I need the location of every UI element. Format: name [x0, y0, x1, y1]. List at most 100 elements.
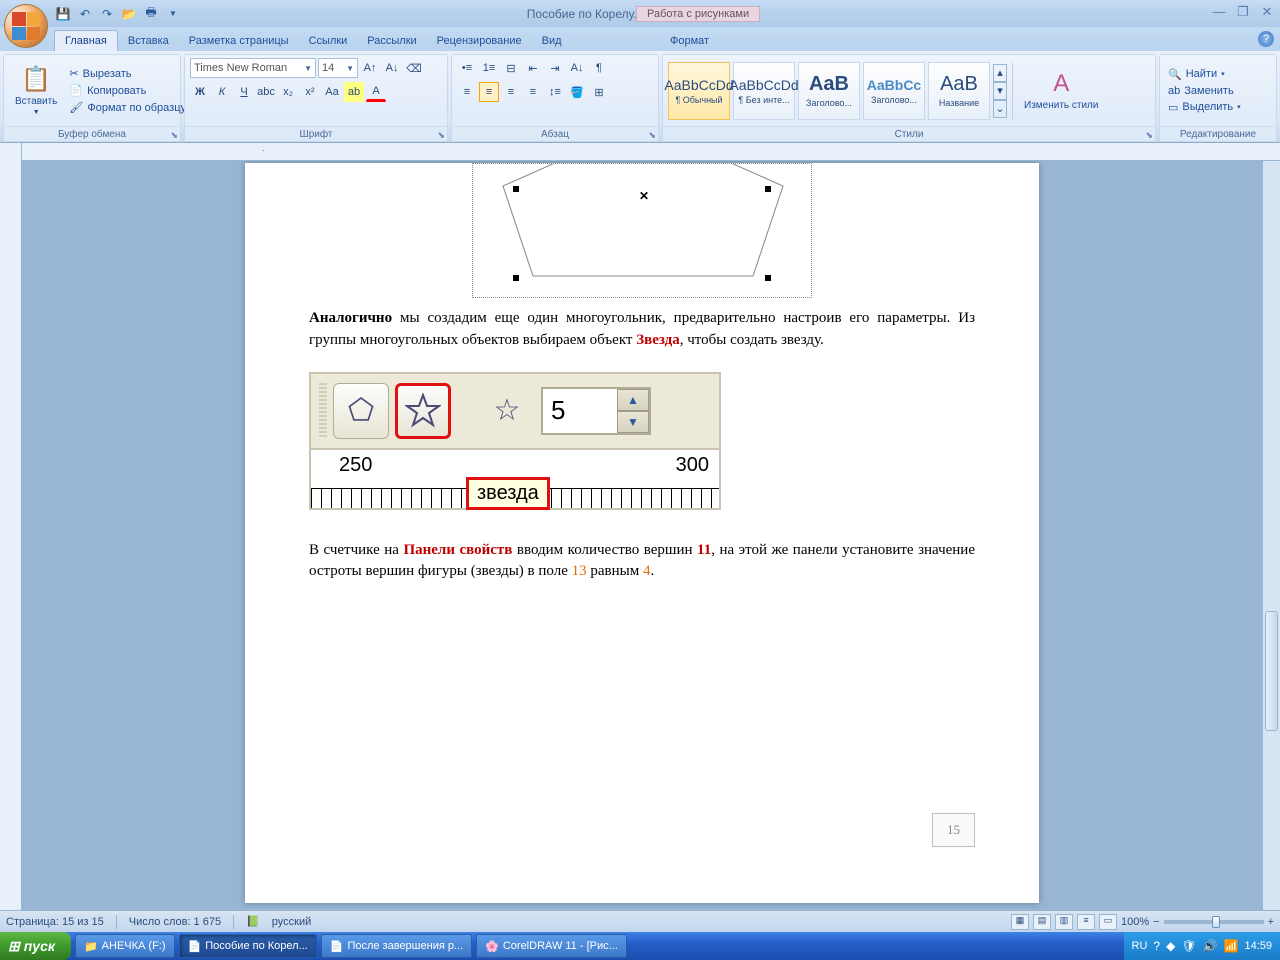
status-page[interactable]: Страница: 15 из 15 [6, 916, 104, 928]
zoom-level[interactable]: 100% [1121, 916, 1149, 928]
font-launcher[interactable]: ⬊ [437, 128, 445, 143]
view-web-button[interactable]: ▥ [1055, 914, 1073, 930]
style-normal[interactable]: AaBbCcDd¶ Обычный [668, 62, 730, 120]
change-styles-button[interactable]: A Изменить стили [1018, 68, 1104, 113]
tab-mailings[interactable]: Рассылки [357, 31, 426, 51]
strike-button[interactable]: abc [256, 82, 276, 102]
view-print-button[interactable]: ▦ [1011, 914, 1029, 930]
align-left-button[interactable]: ≡ [457, 82, 477, 102]
view-draft-button[interactable]: ▭ [1099, 914, 1117, 930]
print-icon[interactable]: 🖶 [142, 5, 160, 23]
resize-handle[interactable] [513, 275, 519, 281]
minimize-button[interactable]: — [1208, 4, 1230, 20]
tray-volume-icon[interactable]: 🔊 [1203, 939, 1218, 953]
tab-layout[interactable]: Разметка страницы [179, 31, 299, 51]
styles-launcher[interactable]: ⬊ [1145, 128, 1153, 143]
resize-handle[interactable] [765, 186, 771, 192]
view-fullread-button[interactable]: ▤ [1033, 914, 1051, 930]
align-right-button[interactable]: ≡ [501, 82, 521, 102]
style-nospacing[interactable]: AaBbCcDd¶ Без инте... [733, 62, 795, 120]
tab-format[interactable]: Формат [660, 31, 719, 51]
font-size-combo[interactable]: 14▼ [318, 58, 358, 78]
save-icon[interactable]: 💾 [54, 5, 72, 23]
font-color-button[interactable]: A [366, 82, 386, 102]
paste-button[interactable]: 📋 Вставить ▼ [9, 63, 63, 118]
redo-icon[interactable]: ↷ [98, 5, 116, 23]
style-gallery-scroll[interactable]: ▴ ▾ ⌄ [993, 64, 1007, 118]
status-wordcount[interactable]: Число слов: 1 675 [129, 916, 221, 928]
task-item-corel[interactable]: 🌸CorelDRAW 11 - [Рис... [476, 934, 627, 958]
sort-button[interactable]: A↓ [567, 58, 587, 78]
tray-network-icon[interactable]: 📶 [1224, 939, 1239, 953]
italic-button[interactable]: К [212, 82, 232, 102]
task-item-word2[interactable]: 📄После завершения р... [321, 934, 472, 958]
find-button[interactable]: 🔍Найти▾ [1165, 67, 1244, 82]
tab-review[interactable]: Рецензирование [427, 31, 532, 51]
select-button[interactable]: ▭Выделить▾ [1165, 100, 1244, 115]
numbering-button[interactable]: 1≡ [479, 58, 499, 78]
tab-references[interactable]: Ссылки [299, 31, 358, 51]
view-outline-button[interactable]: ≡ [1077, 914, 1095, 930]
line-spacing-button[interactable]: ↕≡ [545, 82, 565, 102]
selected-polygon-object[interactable]: ✕ [472, 163, 812, 298]
copy-button[interactable]: 📄Копировать [66, 83, 189, 98]
cut-button[interactable]: ✂Вырезать [66, 66, 189, 81]
tray-lang[interactable]: RU [1132, 940, 1148, 952]
paragraph-launcher[interactable]: ⬊ [648, 128, 656, 143]
clipboard-launcher[interactable]: ⬊ [170, 128, 178, 143]
task-item-explorer[interactable]: 📁АНЕЧКА (F:) [75, 934, 175, 958]
clear-format-button[interactable]: ⌫ [404, 58, 424, 78]
change-case-button[interactable]: Aa [322, 82, 342, 102]
subscript-button[interactable]: x₂ [278, 82, 298, 102]
tab-view[interactable]: Вид [532, 31, 572, 51]
style-h1[interactable]: AaBЗаголово... [798, 62, 860, 120]
shading-button[interactable]: 🪣 [567, 82, 587, 102]
undo-icon[interactable]: ↶ [76, 5, 94, 23]
highlight-button[interactable]: ab [344, 82, 364, 102]
font-name-combo[interactable]: Times New Roman▼ [190, 58, 316, 78]
task-item-word[interactable]: 📄Пособие по Корел... [179, 934, 317, 958]
multilevel-button[interactable]: ⊟ [501, 58, 521, 78]
bullets-button[interactable]: •≡ [457, 58, 477, 78]
help-button[interactable]: ? [1258, 31, 1274, 47]
align-center-button[interactable]: ≡ [479, 82, 499, 102]
superscript-button[interactable]: x² [300, 82, 320, 102]
proofing-icon[interactable]: 📗 [246, 915, 260, 928]
indent-inc-button[interactable]: ⇥ [545, 58, 565, 78]
tray-icon[interactable]: ◆ [1166, 939, 1175, 953]
zoom-out-button[interactable]: − [1153, 916, 1159, 928]
vertical-ruler[interactable] [0, 143, 22, 913]
format-painter-button[interactable]: 🖌Формат по образцу [66, 100, 189, 115]
align-justify-button[interactable]: ≡ [523, 82, 543, 102]
tab-insert[interactable]: Вставка [118, 31, 179, 51]
scroll-thumb[interactable] [1265, 611, 1278, 731]
resize-handle[interactable] [765, 275, 771, 281]
indent-dec-button[interactable]: ⇤ [523, 58, 543, 78]
shrink-font-button[interactable]: A↓ [382, 58, 402, 78]
qat-dropdown-icon[interactable]: ▼ [164, 5, 182, 23]
show-marks-button[interactable]: ¶ [589, 58, 609, 78]
restore-button[interactable]: ❐ [1232, 4, 1254, 20]
zoom-in-button[interactable]: + [1268, 916, 1274, 928]
tray-icon[interactable]: ? [1153, 939, 1160, 953]
vertical-scrollbar[interactable] [1262, 161, 1280, 913]
start-button[interactable]: ⊞ пуск [0, 932, 71, 960]
open-icon[interactable]: 📂 [120, 5, 138, 23]
tray-shield-icon[interactable]: 🛡 [1181, 939, 1196, 953]
style-h2[interactable]: AaBbCcЗаголово... [863, 62, 925, 120]
tab-home[interactable]: Главная [54, 30, 118, 51]
style-title[interactable]: AaBНазвание [928, 62, 990, 120]
office-button[interactable] [4, 4, 48, 48]
close-button[interactable]: ✕ [1256, 4, 1278, 20]
horizontal-ruler[interactable]: · [22, 143, 1280, 161]
resize-handle[interactable] [513, 186, 519, 192]
zoom-knob[interactable] [1212, 916, 1220, 928]
rotate-handle[interactable]: ✕ [639, 189, 645, 195]
underline-button[interactable]: Ч [234, 82, 254, 102]
bold-button[interactable]: Ж [190, 82, 210, 102]
grow-font-button[interactable]: A↑ [360, 58, 380, 78]
status-language[interactable]: русский [272, 916, 311, 928]
replace-button[interactable]: abЗаменить [1165, 84, 1244, 98]
document-viewport[interactable]: ✕ Аналогично мы создадим еще один многоу… [22, 161, 1262, 913]
tray-clock[interactable]: 14:59 [1244, 940, 1272, 952]
